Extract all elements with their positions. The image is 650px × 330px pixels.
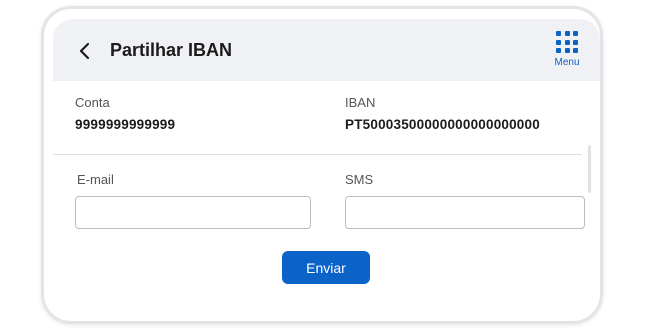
iban-value: PT50003500000000000000000 [345, 117, 540, 132]
phone-frame: Partilhar IBAN Menu Conta 9999999999999 … [41, 6, 603, 324]
send-button[interactable]: Enviar [282, 251, 370, 284]
sms-label: SMS [345, 172, 374, 187]
sms-input[interactable] [345, 196, 585, 229]
email-label: E-mail [77, 172, 114, 187]
menu-label: Menu [554, 57, 580, 68]
divider [53, 154, 582, 155]
grid-icon [556, 31, 578, 53]
email-input[interactable] [75, 196, 311, 229]
conta-value: 9999999999999 [75, 117, 176, 132]
page-title: Partilhar IBAN [110, 40, 233, 60]
conta-label: Conta [75, 95, 110, 110]
scrollbar[interactable] [588, 145, 591, 193]
iban-label: IBAN [345, 95, 376, 110]
menu-button[interactable]: Menu [549, 31, 585, 71]
chevron-left-icon [79, 42, 90, 60]
back-button[interactable] [75, 41, 95, 61]
app-header: Partilhar IBAN Menu [53, 19, 600, 81]
